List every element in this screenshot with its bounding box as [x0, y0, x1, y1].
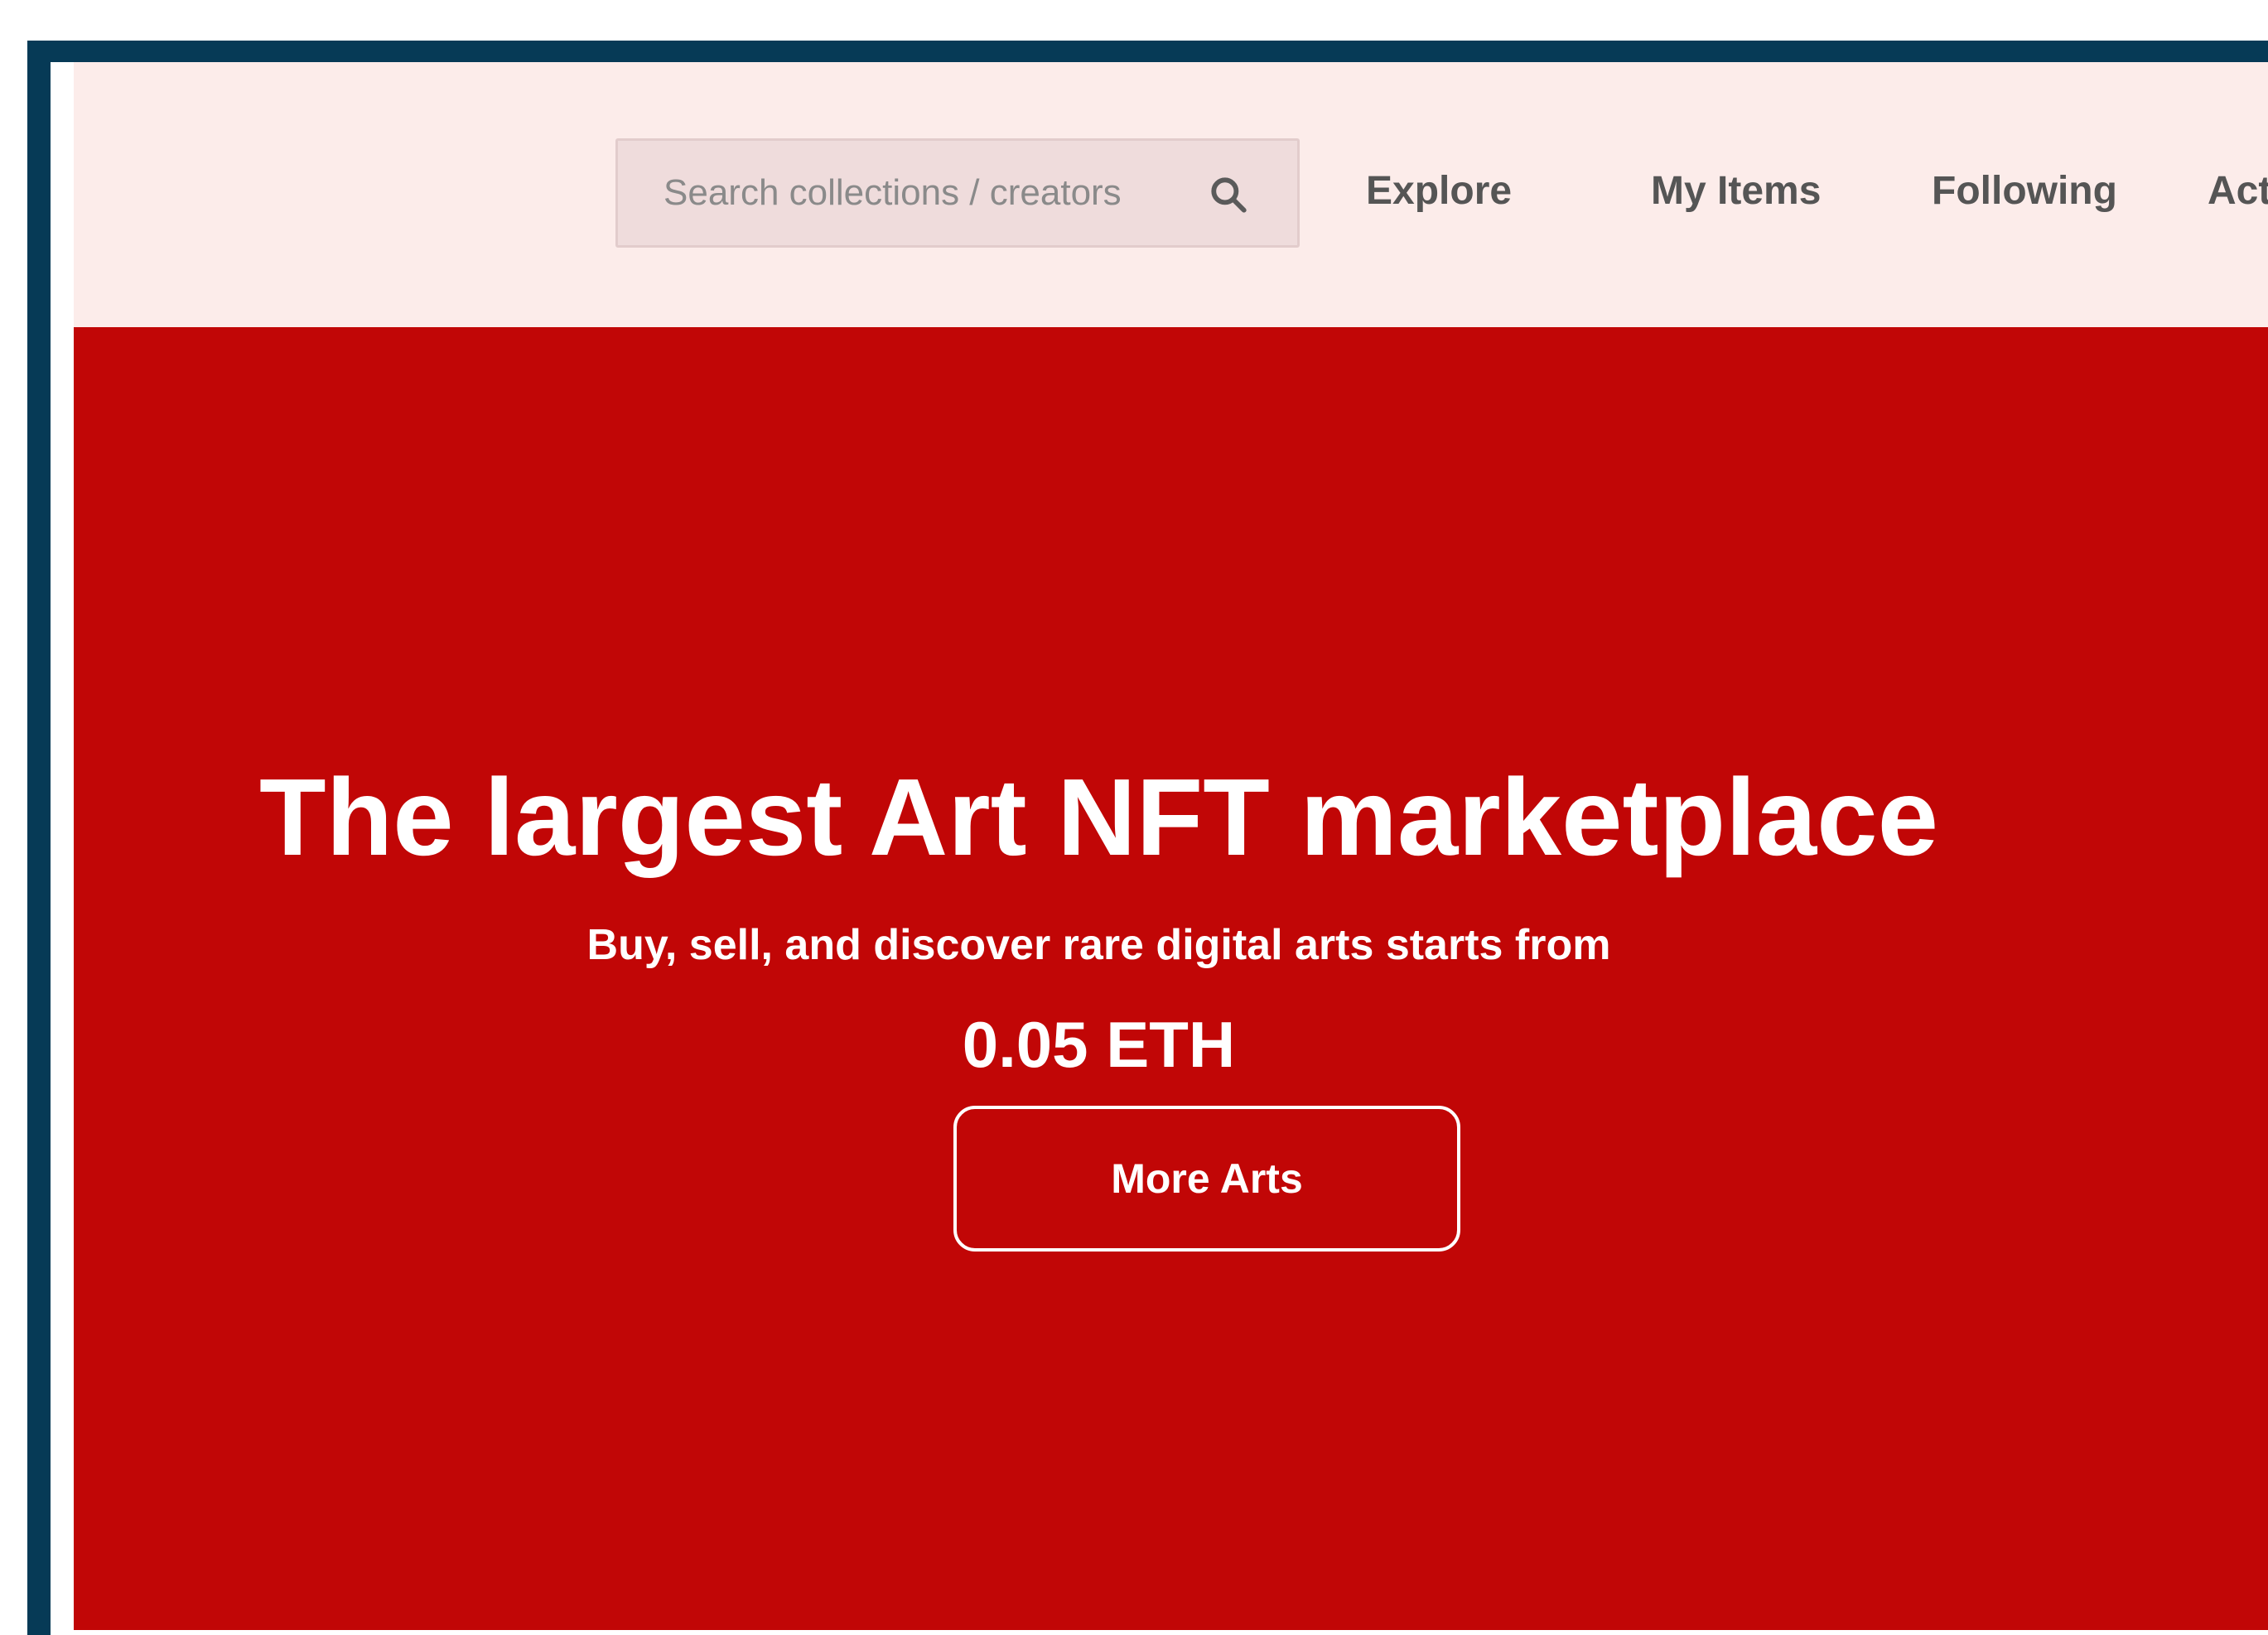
nav-my-items[interactable]: My Items: [1651, 166, 1821, 216]
nav-activity[interactable]: Activity: [2208, 166, 2268, 216]
search-icon[interactable]: [1208, 174, 1249, 215]
screenshot-frame: Explore My Items Following Activity The …: [27, 41, 2268, 1635]
search-input[interactable]: [618, 141, 1297, 245]
hero-price: 0.05 ETH: [962, 1008, 1236, 1081]
hero-title: The largest Art NFT marketplace: [258, 756, 1939, 878]
search-box[interactable]: [615, 138, 1300, 248]
more-arts-button[interactable]: More Arts: [953, 1106, 1460, 1252]
page-viewport: Explore My Items Following Activity The …: [74, 62, 2268, 1630]
nav-following[interactable]: Following: [1932, 166, 2117, 216]
hero-banner: The largest Art NFT marketplace Buy, sel…: [74, 327, 2268, 1630]
nav-explore[interactable]: Explore: [1366, 166, 1512, 216]
hero-subtitle: Buy, sell, and discover rare digital art…: [586, 921, 1611, 969]
top-navbar: Explore My Items Following Activity: [74, 62, 2268, 327]
